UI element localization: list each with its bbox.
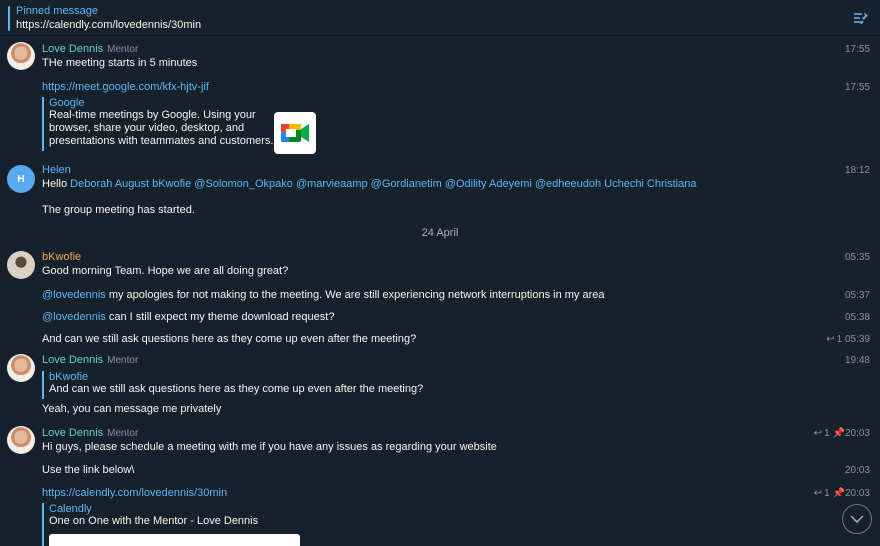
message-time: 20:03 [844, 465, 870, 476]
reply-count: 1 [824, 488, 830, 499]
sender-name[interactable]: Helen [42, 164, 71, 176]
pinned-list-icon[interactable] [852, 10, 870, 26]
message-time: 18:12 [844, 165, 870, 176]
preview-title: Calendly [49, 503, 92, 515]
google-meet-logo[interactable] [274, 112, 316, 154]
message-text: Hi guys, please schedule a meeting with … [42, 441, 497, 453]
message-meta[interactable]: ↩ 1 05:39 [826, 334, 870, 345]
message-time: 20:03 [844, 488, 870, 499]
message-text: Use the link below\ [42, 464, 135, 476]
reply-quote[interactable]: bKwofie And can we still ask questions h… [42, 371, 423, 399]
sender-name[interactable]: Love Dennis Mentor [42, 354, 138, 366]
preview-title: Google [49, 97, 85, 109]
link-preview[interactable]: Google Real-time meetings by Google. Usi… [42, 97, 273, 151]
date-separator: 24 April [421, 227, 459, 239]
message-meta[interactable]: ↩ 1 📌20:03 [814, 488, 870, 499]
message-text: @lovedennis my apologies for not making … [42, 289, 605, 301]
message-time: 05:35 [844, 252, 870, 263]
pinned-message-bar[interactable]: Pinned message https://calendly.com/love… [0, 0, 880, 36]
preview-line: Real-time meetings by Google. Using your [49, 109, 256, 121]
role-badge: Mentor [107, 428, 139, 439]
message-time: 05:39 [844, 334, 870, 345]
message-text: Good morning Team. Hope we are all doing… [42, 265, 289, 277]
message-link[interactable]: https://calendly.com/lovedennis/30min [42, 487, 227, 499]
message-text: THe meeting starts in 5 minutes [42, 57, 198, 69]
message-meta[interactable]: ↩ 1 📌20:03 [814, 428, 870, 439]
avatar-love-dennis[interactable] [7, 426, 35, 454]
message-link[interactable]: https://meet.google.com/kfx-hjtv-jif [42, 81, 209, 93]
message-time: 05:37 [844, 290, 870, 301]
mention[interactable]: @lovedennis [42, 289, 106, 301]
message-time: 05:38 [844, 312, 870, 323]
avatar-helen[interactable]: H [7, 165, 35, 193]
scroll-down-button[interactable] [842, 504, 872, 534]
message-text: Yeah, you can message me privately [42, 403, 222, 415]
pinned-accent-bar [8, 6, 10, 31]
preview-image[interactable] [49, 534, 300, 546]
sender-name[interactable]: Love Dennis Mentor [42, 43, 138, 55]
message-time: 19:48 [844, 355, 870, 366]
pin-icon: 📌 [832, 428, 845, 439]
mentions[interactable]: Deborah August bKwofie @Solomon_Okpako @… [70, 178, 696, 190]
pinned-text[interactable]: https://calendly.com/lovedennis/30min [16, 19, 201, 31]
reply-icon: ↩ [813, 488, 823, 499]
message-time: 17:55 [844, 82, 870, 93]
message-text: And can we still ask questions here as t… [42, 333, 417, 345]
reply-count: 1 [824, 428, 830, 439]
message-text: The group meeting has started. [42, 204, 195, 216]
chevron-down-icon [850, 515, 864, 523]
message-text: Hello Deborah August bKwofie @Solomon_Ok… [42, 178, 697, 190]
reply-icon: ↩ [826, 334, 835, 345]
role-badge: Mentor [107, 44, 139, 55]
preview-line: browser, share your video, desktop, and [49, 122, 245, 134]
quote-sender: bKwofie [49, 371, 89, 383]
sender-name[interactable]: Love Dennis Mentor [42, 427, 138, 439]
avatar-love-dennis[interactable] [7, 42, 35, 70]
preview-line: presentations with teammates and custome… [49, 135, 274, 147]
message-time: 17:55 [844, 44, 870, 55]
avatar-bkwofie[interactable] [7, 251, 35, 279]
reply-icon: ↩ [813, 428, 823, 439]
pin-icon: 📌 [832, 488, 845, 499]
meet-icon [281, 124, 309, 142]
quote-text: And can we still ask questions here as t… [49, 383, 424, 395]
role-badge: Mentor [107, 355, 139, 366]
reply-count: 1 [836, 334, 843, 345]
avatar-love-dennis[interactable] [7, 354, 35, 382]
message-text: @lovedennis can I still expect my theme … [42, 311, 335, 323]
preview-text: One on One with the Mentor - Love Dennis [49, 515, 259, 527]
sender-name[interactable]: bKwofie [42, 251, 81, 263]
pinned-label: Pinned message [16, 5, 98, 17]
message-time: 20:03 [844, 428, 870, 439]
mention[interactable]: @lovedennis [42, 311, 106, 323]
